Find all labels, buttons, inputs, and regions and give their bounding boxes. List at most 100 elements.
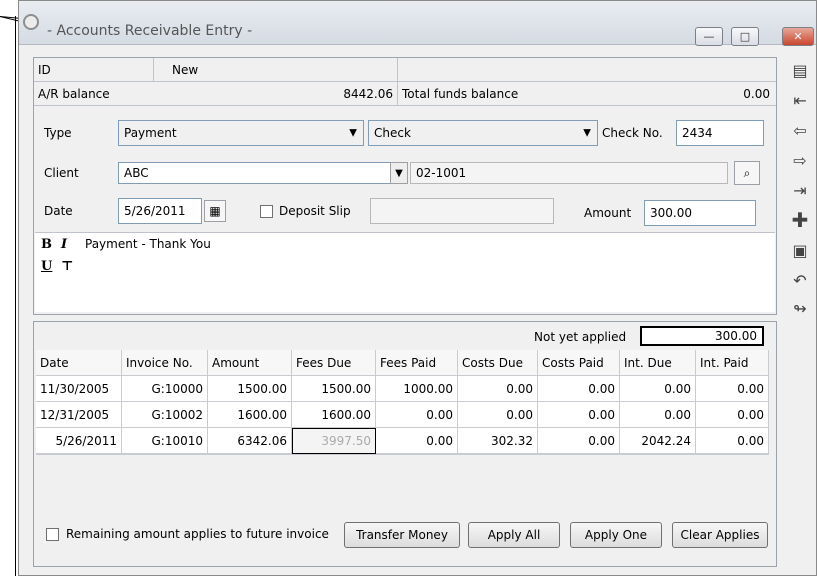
cell-costs-paid[interactable]: 0.00: [538, 402, 620, 428]
cell-fees-paid[interactable]: 0.00: [376, 402, 458, 428]
col-amount: Amount: [208, 350, 292, 376]
cell-int-due: 2042.24: [620, 428, 696, 454]
client-lookup-icon[interactable]: ⌕: [734, 161, 760, 185]
col-fees-paid: Fees Paid: [376, 350, 458, 376]
table-row[interactable]: 5/26/2011 G:10010 6342.06 3997.50 0.00 3…: [36, 428, 769, 454]
cell-amount: 6342.06: [208, 428, 292, 454]
memo-text[interactable]: Payment - Thank You: [85, 237, 211, 251]
client-value: ABC: [124, 166, 149, 180]
maximize-button[interactable]: □: [731, 27, 759, 46]
col-fees-due: Fees Due: [292, 350, 376, 376]
cell-costs-paid[interactable]: 0.00: [538, 428, 620, 454]
apply-all-button[interactable]: Apply All: [468, 522, 560, 548]
calendar-icon[interactable]: ▦: [204, 200, 226, 222]
check-no-label: Check No.: [602, 126, 663, 140]
cell-fees-paid[interactable]: 1000.00: [376, 376, 458, 402]
date-label: Date: [44, 204, 73, 218]
chevron-down-icon: ▼: [349, 127, 357, 139]
cell-invoice-no: G:10002: [122, 402, 208, 428]
apply-panel: Not yet applied 300.00 Date Invoice No. …: [33, 321, 777, 567]
remaining-amount-checkbox[interactable]: [46, 528, 59, 541]
title-bar: - Accounts Receivable Entry - — □ ✕: [19, 1, 816, 46]
client-code-field: 02-1001: [410, 162, 728, 184]
cell-int-paid[interactable]: 0.00: [696, 402, 769, 428]
next-record-icon[interactable]: ⇨: [789, 149, 811, 171]
print-icon[interactable]: ⊤: [61, 259, 73, 274]
memo-area: B I U ⊤ Payment - Thank You: [35, 232, 775, 312]
client-input[interactable]: ABC: [118, 162, 408, 184]
callout-vertical-line: [15, 16, 16, 576]
payment-method-dropdown[interactable]: Check ▼: [368, 120, 598, 146]
balance-row: A/R balance 8442.06 Total funds balance …: [34, 82, 776, 106]
not-yet-applied-value: 300.00: [640, 326, 764, 346]
cell-int-paid[interactable]: 0.00: [696, 428, 769, 454]
id-label: ID: [34, 58, 154, 81]
undo-icon[interactable]: ↶: [789, 269, 811, 291]
cell-invoice-no: G:10000: [122, 376, 208, 402]
main-content: ID New A/R balance 8442.06 Total funds b…: [33, 57, 777, 567]
amount-input[interactable]: 300.00: [644, 200, 756, 226]
remaining-amount-label: Remaining amount applies to future invoi…: [66, 527, 329, 541]
cell-fees-paid[interactable]: 0.00: [376, 428, 458, 454]
amount-label: Amount: [584, 206, 632, 220]
clear-applies-button[interactable]: Clear Applies: [672, 522, 768, 548]
document-icon[interactable]: ▤: [789, 59, 811, 81]
col-costs-due: Costs Due: [458, 350, 538, 376]
table-row[interactable]: 12/31/2005 G:10002 1600.00 1600.00 0.00 …: [36, 402, 769, 428]
id-row-empty: [398, 58, 776, 81]
bold-icon[interactable]: B: [41, 237, 52, 252]
type-value: Payment: [124, 126, 177, 140]
date-input[interactable]: 5/26/2011: [118, 198, 202, 224]
type-dropdown[interactable]: Payment ▼: [118, 120, 364, 146]
deposit-slip-input[interactable]: [370, 198, 554, 224]
close-button[interactable]: ✕: [782, 27, 814, 46]
cell-int-paid[interactable]: 0.00: [696, 376, 769, 402]
underline-icon[interactable]: U: [41, 259, 52, 274]
last-record-icon[interactable]: ⇥: [789, 179, 811, 201]
cell-fees-due: 3997.50: [292, 428, 376, 454]
table-row[interactable]: 11/30/2005 G:10000 1500.00 1500.00 1000.…: [36, 376, 769, 402]
grid-empty-area: [36, 454, 769, 510]
id-row: ID New: [34, 58, 776, 82]
save-icon[interactable]: ▣: [789, 239, 811, 261]
client-code-value: 02-1001: [416, 166, 467, 180]
minimize-button[interactable]: —: [695, 27, 723, 46]
cell-date: 11/30/2005: [36, 376, 122, 402]
cell-fees-due: 1600.00: [292, 402, 376, 428]
ar-balance-label: A/R balance: [38, 86, 110, 101]
chevron-down-icon: ▼: [583, 127, 591, 139]
cell-date: 5/26/2011: [36, 428, 122, 454]
client-dropdown-button[interactable]: ▼: [390, 162, 408, 184]
previous-record-icon[interactable]: ⇦: [789, 119, 811, 141]
exit-icon[interactable]: ↬: [789, 297, 811, 319]
entry-details-panel: ID New A/R balance 8442.06 Total funds b…: [33, 57, 777, 315]
col-date: Date: [36, 350, 122, 376]
record-toolbar: ▤ ⇤ ⇦ ⇨ ⇥ ✚ ▣ ↶ ↬: [781, 45, 817, 345]
cell-invoice-no: G:10010: [122, 428, 208, 454]
col-costs-paid: Costs Paid: [538, 350, 620, 376]
deposit-slip-checkbox[interactable]: [260, 205, 273, 218]
transfer-money-button[interactable]: Transfer Money: [344, 522, 460, 548]
italic-icon[interactable]: I: [61, 237, 67, 252]
cell-fees-due: 1500.00: [292, 376, 376, 402]
add-icon[interactable]: ✚: [789, 208, 811, 232]
not-yet-applied-label: Not yet applied: [534, 330, 627, 344]
col-invoice-no: Invoice No.: [122, 350, 208, 376]
id-value: New: [154, 58, 398, 81]
deposit-slip-label: Deposit Slip: [279, 204, 351, 218]
col-int-paid: Int. Paid: [696, 350, 769, 376]
ar-balance-value: 8442.06: [234, 82, 398, 105]
cell-int-due: 0.00: [620, 402, 696, 428]
col-int-due: Int. Due: [620, 350, 696, 376]
total-funds-label: Total funds balance: [402, 86, 519, 101]
apply-one-button[interactable]: Apply One: [570, 522, 662, 548]
cell-costs-paid[interactable]: 0.00: [538, 376, 620, 402]
cell-amount: 1600.00: [208, 402, 292, 428]
total-funds-value: 0.00: [743, 86, 770, 101]
first-record-icon[interactable]: ⇤: [789, 89, 811, 111]
cell-amount: 1500.00: [208, 376, 292, 402]
cell-date: 12/31/2005: [36, 402, 122, 428]
accounts-receivable-window: - Accounts Receivable Entry - — □ ✕ ID N…: [18, 0, 817, 576]
app-icon: [23, 14, 39, 30]
check-no-input[interactable]: 2434: [676, 120, 764, 146]
